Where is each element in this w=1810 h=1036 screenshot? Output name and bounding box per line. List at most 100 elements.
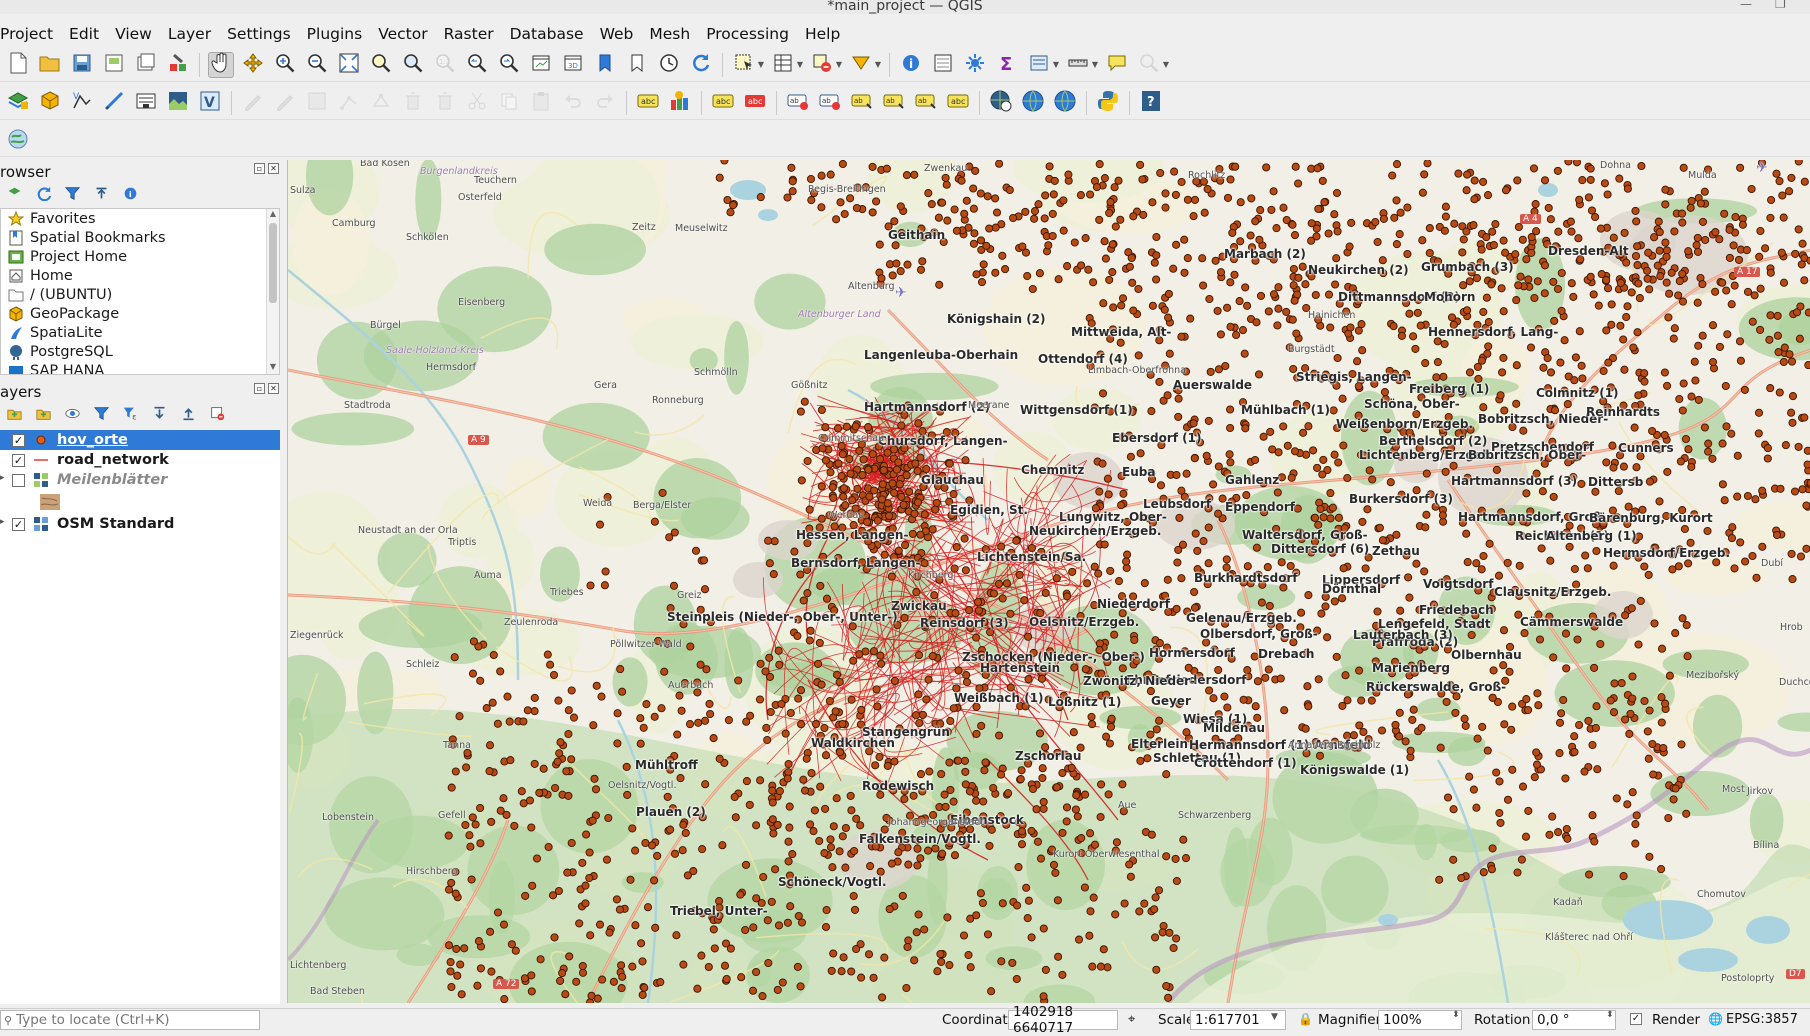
enable-properties-button[interactable]: i [120,185,140,205]
menu-view[interactable]: View [107,25,160,43]
globe-button[interactable] [1020,90,1046,116]
diagram-button[interactable] [667,90,693,116]
measure-button[interactable] [1065,52,1091,78]
refresh-button[interactable] [688,52,714,78]
new-shapefile-button[interactable]: V [69,90,95,116]
help-button[interactable]: ? [1138,90,1164,116]
rotation-spinbox[interactable]: 0,0 ° [1532,1010,1616,1030]
scrollbar-thumb[interactable] [269,223,277,303]
layer-row[interactable]: ✓ road_network [0,450,280,470]
processing-toolbox-button[interactable] [962,52,988,78]
layer-row[interactable] [0,490,280,514]
open-project-button[interactable] [37,52,63,78]
expand-all-button[interactable] [149,405,169,425]
browser-item[interactable]: GeoPackage [1,304,279,323]
menu-plugins[interactable]: Plugins [299,25,371,43]
layer-visibility-checkbox[interactable]: ✓ [12,517,25,531]
pan-to-selection-button[interactable] [240,52,266,78]
identify-button[interactable]: i [898,52,924,78]
expand-arrow-icon[interactable]: ▸ [0,473,5,483]
browser-item[interactable]: / (UBUNTU) [1,285,279,304]
crs-label[interactable]: EPSG:3857 [1726,1012,1798,1027]
bookmark-new-button[interactable] [592,52,618,78]
new-scratch-layer-button[interactable] [101,90,127,116]
zoom-in-button[interactable] [272,52,298,78]
browser-item[interactable]: Project Home [1,247,279,266]
browser-scrollbar[interactable]: ▲ ▼ [266,209,279,374]
new-geopackage-button[interactable] [37,90,63,116]
remove-layer-button[interactable] [207,405,227,425]
browser-item[interactable]: SpatiaLite [1,323,279,342]
layer-row[interactable]: ▸ ✓ OSM Standard [0,514,280,534]
locator-zoom-button[interactable] [1136,52,1162,78]
label-button[interactable]: abc [945,90,971,116]
new-project-button[interactable] [5,52,31,78]
browser-item[interactable]: PostgreSQL [1,342,279,361]
scroll-up-icon[interactable]: ▲ [267,209,279,221]
delete-selected-button[interactable] [432,90,458,116]
zoom-last-button[interactable] [464,52,490,78]
map-tips-button[interactable] [1104,52,1130,78]
close-panel-icon[interactable]: ✕ [268,383,279,394]
layer-visibility-checkbox[interactable]: ✓ [12,433,25,447]
magnifier-spinbox[interactable]: 100% [1378,1010,1462,1030]
refresh-button[interactable] [33,185,53,205]
move-label-button[interactable]: ab [849,90,875,116]
new-map-view-button[interactable] [528,52,554,78]
digitize-button[interactable] [336,90,362,116]
undo-button[interactable] [560,90,586,116]
scale-dropdown-icon[interactable]: ▼ [1271,1012,1278,1022]
vertex-tool-button[interactable] [368,90,394,116]
maximize-icon[interactable]: ❐ [1775,0,1786,10]
magnifier-spin-icon[interactable]: ⬍ [1452,1010,1460,1020]
cut-button[interactable] [464,90,490,116]
label-button[interactable]: abc [635,90,661,116]
save-project-button[interactable] [69,52,95,78]
browser-tree[interactable]: Favorites Spatial Bookmarks Project Home Ho… [0,208,280,375]
attributes-form-button[interactable] [1026,52,1052,78]
undock-panel-icon[interactable]: ▫ [254,383,265,394]
menu-settings[interactable]: Settings [219,25,299,43]
label-button[interactable]: abc [710,90,736,116]
move-label-button[interactable]: ab [881,90,907,116]
browser-item[interactable]: Favorites [1,209,279,228]
chevron-down-icon[interactable]: ▼ [835,60,843,69]
add-vector-button[interactable]: V [197,90,223,116]
menu-raster[interactable]: Raster [436,25,502,43]
filter-button[interactable] [91,405,111,425]
chevron-down-icon[interactable]: ▼ [757,60,765,69]
globe-button[interactable] [1052,90,1078,116]
zoom-full-button[interactable] [336,52,362,78]
attribute-table-button[interactable] [770,52,796,78]
menu-layer[interactable]: Layer [160,25,219,43]
browser-item[interactable]: Home [1,266,279,285]
manage-map-themes-button[interactable] [62,405,82,425]
layers-tree[interactable]: ✓ hov_orte ✓ road_network ▸ Meilenblätter ▸ ✓ OS… [0,430,280,1004]
edit-pencil-button[interactable] [272,90,298,116]
copy-button[interactable] [496,90,522,116]
python-button[interactable] [1095,90,1121,116]
scroll-down-icon[interactable]: ▼ [267,362,279,374]
label-red-button[interactable]: abc [742,90,768,116]
select-features-button[interactable] [731,52,757,78]
locator-search-input[interactable]: ⚲ Type to locate (Ctrl+K) [0,1010,260,1030]
add-group-button[interactable] [4,405,24,425]
deselect-button[interactable] [809,52,835,78]
statistics-button[interactable]: Σ [994,52,1020,78]
new-layout-button[interactable] [101,52,127,78]
zoom-next-button[interactable] [496,52,522,78]
chevron-down-icon[interactable]: ▼ [1162,60,1170,69]
zoom-native-button[interactable]: 1:1 [432,52,458,78]
globe-search-button[interactable] [988,90,1014,116]
filter-button[interactable] [62,185,82,205]
move-label-button[interactable]: ab [913,90,939,116]
menu-edit[interactable]: Edit [61,25,107,43]
menu-help[interactable]: Help [797,25,848,43]
menu-mesh[interactable]: Mesh [641,25,698,43]
chevron-down-icon[interactable]: ▼ [874,60,882,69]
layer-row[interactable]: ✓ hov_orte [0,430,280,450]
temporal-button[interactable] [656,52,682,78]
rotation-spin-icon[interactable]: ⬍ [1606,1010,1614,1020]
crs-globe-icon[interactable]: 🌐 [1708,1012,1723,1026]
layer-row[interactable]: ▸ Meilenblätter [0,470,280,490]
